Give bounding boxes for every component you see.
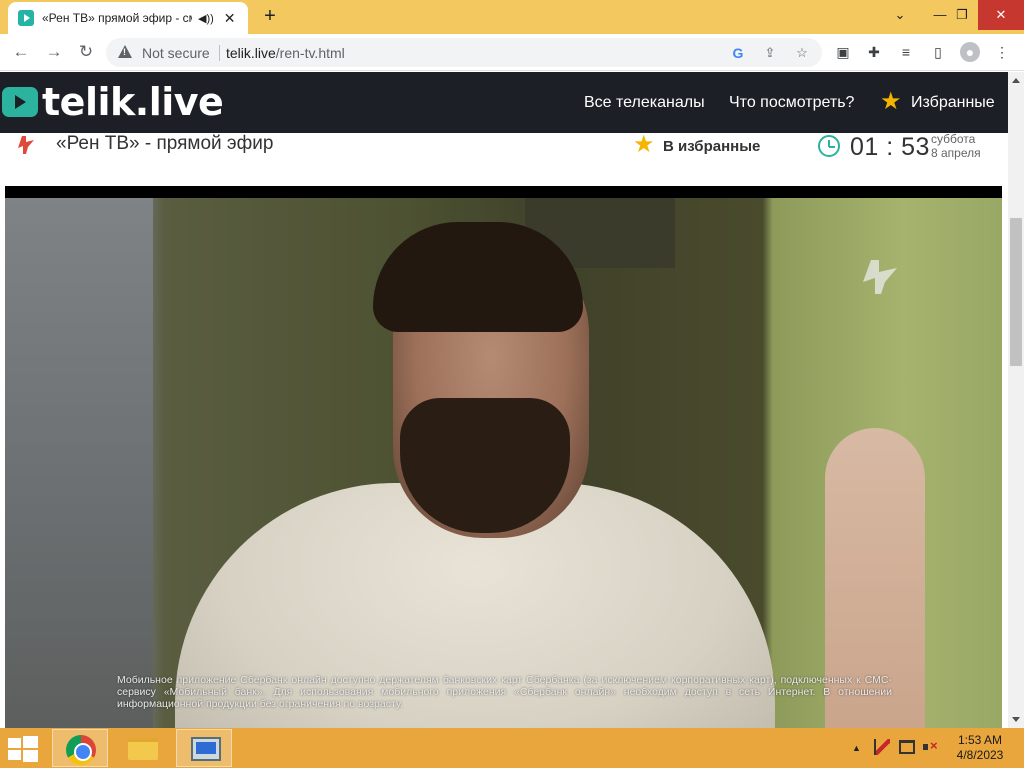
- share-icon[interactable]: ⇪: [760, 43, 780, 63]
- profile-avatar-icon[interactable]: ●: [960, 42, 980, 62]
- browser-tabstrip: «Рен ТВ» прямой эфир - смотреть онлайн ◀…: [0, 0, 1024, 34]
- browser-toolbar: ← → ↻ Not secure telik.live/ren-tv.html …: [0, 34, 1024, 71]
- tv-play-icon: [2, 87, 38, 117]
- warning-icon[interactable]: [118, 45, 132, 58]
- channel-title: «Рен ТВ» - прямой эфир: [56, 133, 274, 154]
- tray-expand-icon[interactable]: ▲: [852, 743, 861, 753]
- computer-icon: [191, 737, 221, 761]
- system-date: 4/8/2023: [956, 748, 1004, 762]
- taskbar-computer[interactable]: [176, 729, 232, 767]
- chrome-menu-icon[interactable]: ⋮: [992, 42, 1012, 62]
- scrollbar-thumb[interactable]: [1010, 218, 1022, 366]
- page-viewport: telik.live Все телеканалы Что посмотреть…: [0, 72, 1008, 728]
- windows-start-icon[interactable]: [8, 736, 38, 762]
- star-icon[interactable]: ★: [633, 133, 655, 157]
- google-lens-icon[interactable]: G: [728, 43, 748, 63]
- browser-tab-active[interactable]: «Рен ТВ» прямой эфир - смотреть онлайн ◀…: [8, 2, 248, 34]
- extensions-puzzle-icon[interactable]: ✚: [864, 42, 884, 62]
- windows-taskbar: ▲ 1:53 AM 4/8/2023: [0, 728, 1024, 768]
- nav-all-channels[interactable]: Все телеканалы: [584, 94, 705, 112]
- logo-text: telik.live: [42, 80, 224, 124]
- favicon-icon: [18, 10, 34, 26]
- add-to-favorites-button[interactable]: В избранные: [663, 138, 760, 155]
- tab-search-button[interactable]: ⌄: [880, 0, 920, 30]
- side-panel-icon[interactable]: ▯: [928, 42, 948, 62]
- tab-title: «Рен ТВ» прямой эфир - смотреть онлайн: [42, 11, 192, 25]
- nav-what-to-watch[interactable]: Что посмотреть?: [729, 94, 854, 112]
- current-time: 01 : 53: [850, 133, 930, 161]
- reload-button[interactable]: ↻: [74, 40, 98, 64]
- video-scene-door: [5, 198, 153, 728]
- network-icon[interactable]: [899, 740, 915, 754]
- site-logo[interactable]: telik.live: [2, 80, 224, 124]
- extension-icon[interactable]: ▣: [833, 42, 853, 62]
- system-clock[interactable]: 1:53 AM 4/8/2023: [952, 733, 1008, 763]
- volume-muted-icon[interactable]: [923, 738, 938, 754]
- nav-favorites[interactable]: Избранные: [911, 94, 995, 112]
- ren-tv-logo-icon: [18, 136, 34, 154]
- taskbar-file-explorer[interactable]: [114, 729, 170, 767]
- current-date: суббота 8 апреля: [931, 132, 981, 160]
- new-tab-button[interactable]: +: [258, 5, 282, 29]
- action-center-flag-icon[interactable]: [874, 739, 890, 755]
- bookmark-star-icon[interactable]: ☆: [792, 43, 812, 63]
- page-scrollbar[interactable]: [1008, 72, 1024, 728]
- clock-icon: [818, 135, 840, 157]
- scroll-up-icon[interactable]: [1012, 78, 1020, 83]
- speaker-icon[interactable]: ◀)): [198, 12, 214, 25]
- security-label[interactable]: Not secure: [142, 45, 210, 61]
- scroll-down-icon[interactable]: [1012, 717, 1020, 722]
- restore-button[interactable]: ❐: [942, 0, 982, 30]
- address-bar[interactable]: Not secure telik.live/ren-tv.html G ⇪ ☆: [106, 38, 822, 67]
- close-window-button[interactable]: ✕: [978, 0, 1024, 30]
- folder-icon: [128, 738, 158, 760]
- video-frame: Мобильное приложение Сбербанк онлайн дос…: [5, 198, 1002, 728]
- back-button[interactable]: ←: [9, 40, 33, 64]
- video-disclaimer-text: Мобильное приложение Сбербанк онлайн дос…: [117, 674, 892, 710]
- url-text[interactable]: telik.live/ren-tv.html: [226, 45, 345, 61]
- video-player[interactable]: Мобильное приложение Сбербанк онлайн дос…: [5, 186, 1002, 728]
- site-header: telik.live Все телеканалы Что посмотреть…: [0, 72, 1008, 133]
- tab-close-button[interactable]: ✕: [224, 10, 236, 27]
- forward-button[interactable]: →: [42, 40, 66, 64]
- taskbar-chrome[interactable]: [52, 729, 108, 767]
- omnibox-divider: [219, 45, 220, 61]
- channel-watermark-icon: [863, 260, 897, 294]
- media-control-icon[interactable]: ≡: [896, 42, 916, 62]
- star-icon[interactable]: ★: [880, 90, 902, 114]
- system-time: 1:53 AM: [957, 733, 1003, 747]
- chrome-icon: [66, 735, 96, 765]
